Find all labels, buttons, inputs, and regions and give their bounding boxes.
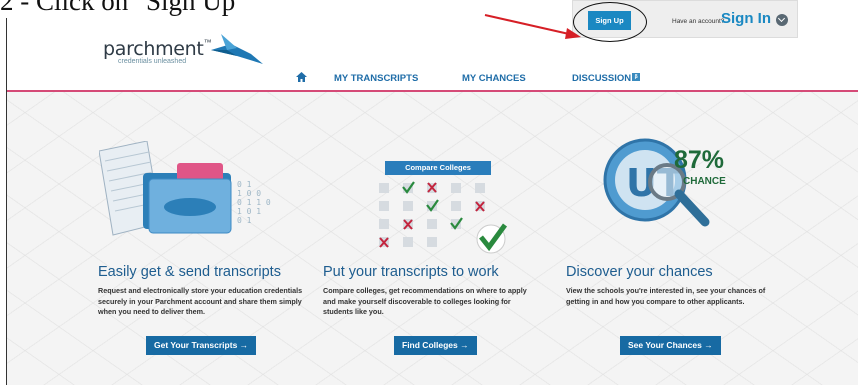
home-icon[interactable] bbox=[296, 72, 307, 82]
compare-colleges-header: Compare Colleges bbox=[385, 161, 491, 175]
have-account-label: Have an account? bbox=[672, 18, 725, 25]
main-content: OFFICIAL 0 11 0 00 1 1 01 0 10 1 Compare… bbox=[7, 92, 858, 385]
site-header: parchment™ credentials unleashed Sign Up… bbox=[7, 0, 858, 92]
chance-percent: 87% bbox=[674, 146, 725, 174]
binary-decoration: 0 11 0 00 1 1 01 0 10 1 bbox=[237, 180, 271, 225]
chevron-down-icon[interactable] bbox=[776, 14, 788, 26]
logo-wordmark: parchment bbox=[103, 38, 204, 60]
get-your-transcripts-button[interactable]: Get Your Transcripts → bbox=[146, 336, 257, 355]
transcripts-folder-illustration bbox=[99, 141, 232, 236]
account-panel: Sign Up Have an account? Sign In bbox=[572, 0, 798, 42]
annotation-circle bbox=[573, 2, 647, 42]
parchment-logo[interactable]: parchment™ credentials unleashed bbox=[103, 34, 263, 65]
page: 2 - Click on "Sign Up" parchment™ creden… bbox=[0, 0, 858, 385]
sign-in-link[interactable]: Sign In bbox=[721, 10, 771, 27]
see-your-chances-button[interactable]: See Your Chances → bbox=[620, 336, 721, 355]
feature-title: Easily get & send transcripts bbox=[98, 264, 281, 280]
annotation-arrow-icon bbox=[484, 14, 581, 39]
beta-badge: β bbox=[632, 73, 641, 81]
nav-my-chances[interactable]: MY CHANCES bbox=[462, 73, 526, 84]
feature-description: Request and electronically store your ed… bbox=[98, 286, 303, 316]
chance-label: CHANCE bbox=[683, 176, 726, 187]
feature-description: View the schools you're interested in, s… bbox=[566, 286, 766, 306]
find-colleges-button[interactable]: Find Colleges → bbox=[394, 336, 477, 355]
step-caption: 2 - Click on "Sign Up" bbox=[0, 0, 247, 16]
nav-my-transcripts[interactable]: MY TRANSCRIPTS bbox=[334, 73, 418, 84]
browser-frame: parchment™ credentials unleashed Sign Up… bbox=[6, 0, 858, 385]
main-nav: MY TRANSCRIPTS MY CHANCES DISCUSSION β bbox=[7, 70, 858, 90]
nav-discussion[interactable]: DISCUSSION β bbox=[572, 73, 641, 84]
feature-title: Put your transcripts to work bbox=[323, 264, 499, 280]
compare-grid-illustration bbox=[379, 181, 508, 254]
feature-title: Discover your chances bbox=[566, 264, 713, 280]
bird-icon bbox=[211, 34, 263, 64]
feature-description: Compare colleges, get recommendations on… bbox=[323, 286, 527, 316]
